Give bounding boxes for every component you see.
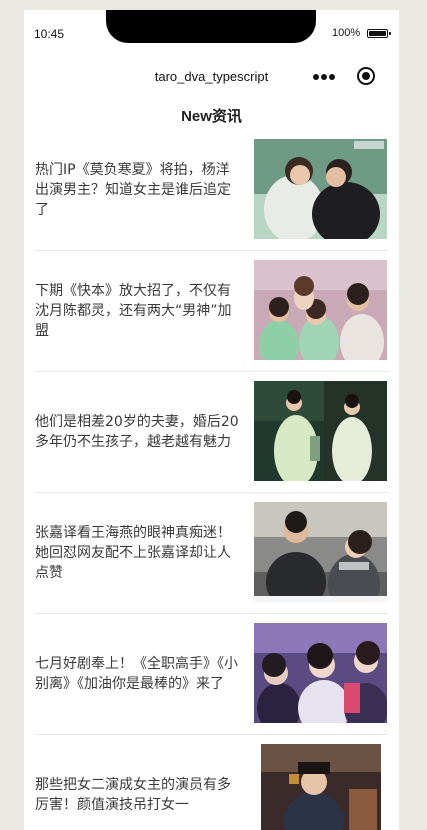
news-item[interactable]: 下期《快本》放大招了，不仅有沈月陈都灵，还有两大“男神”加盟 <box>35 251 388 372</box>
news-title: 张嘉译看王海燕的眼神真痴迷！她回怼网友配不上张嘉译却让人点赞 <box>35 525 231 581</box>
news-thumbnail <box>254 381 387 481</box>
battery-percentage: 100% <box>332 27 361 39</box>
phone-screen: 10:45 100% taro_dva_typescript New资讯 热门I… <box>24 10 399 830</box>
news-thumbnail <box>254 623 387 723</box>
news-thumbnail <box>254 744 387 830</box>
news-title: 下期《快本》放大招了，不仅有沈月陈都灵，还有两大“男神”加盟 <box>35 283 232 339</box>
news-title: 七月好剧奉上！《全职高手》《小别离》《加油你是最棒的》来了 <box>35 656 238 692</box>
device-notch <box>106 10 316 43</box>
news-item[interactable]: 张嘉译看王海燕的眼神真痴迷！她回怼网友配不上张嘉译却让人点赞 <box>35 493 388 614</box>
news-item[interactable]: 七月好剧奉上！《全职高手》《小别离》《加油你是最棒的》来了 <box>35 614 388 735</box>
close-miniprogram-icon[interactable] <box>357 67 375 85</box>
news-item[interactable]: 热门IP《莫负寒夏》将拍，杨洋出演男主？知道女主是谁后追定了 <box>35 130 388 251</box>
battery-icon <box>367 29 391 38</box>
more-icon[interactable] <box>313 74 337 82</box>
news-thumbnail <box>254 260 387 360</box>
news-thumbnail <box>254 139 387 239</box>
status-time: 10:45 <box>34 27 65 41</box>
news-title: 热门IP《莫负寒夏》将拍，杨洋出演男主？知道女主是谁后追定了 <box>35 162 231 218</box>
news-title: 那些把女二演成女主的演员有多厉害！颜值演技吊打女一 <box>35 777 231 813</box>
news-thumbnail <box>254 502 387 602</box>
nav-title: taro_dva_typescript <box>154 69 269 84</box>
news-title: 他们是相差20岁的夫妻，婚后20多年仍不生孩子，越老越有魅力 <box>35 414 239 450</box>
page-title: New资讯 <box>181 108 242 125</box>
news-list: 热门IP《莫负寒夏》将拍，杨洋出演男主？知道女主是谁后追定了 下期《快本》放大招… <box>35 130 388 830</box>
news-item[interactable]: 那些把女二演成女主的演员有多厉害！颜值演技吊打女一 <box>35 735 388 830</box>
news-item[interactable]: 他们是相差20岁的夫妻，婚后20多年仍不生孩子，越老越有魅力 <box>35 372 388 493</box>
